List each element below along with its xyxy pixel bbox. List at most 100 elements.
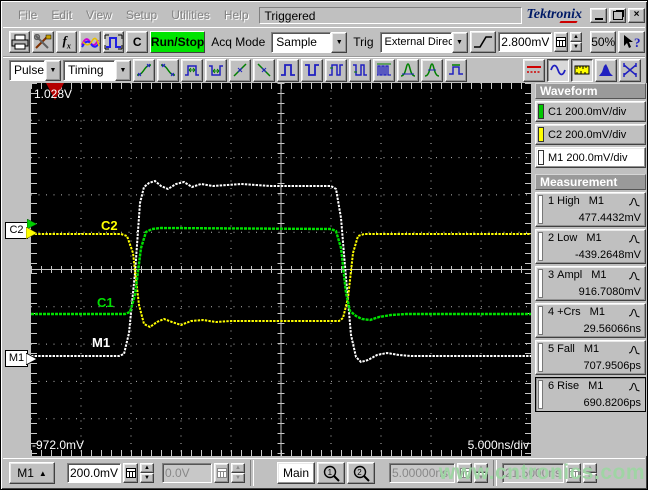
channel-c1-label: C1 200.0mV/div xyxy=(548,105,627,118)
spin-down-button[interactable]: ▼ xyxy=(231,473,245,483)
mask-display-button[interactable] xyxy=(619,58,641,82)
keypad-button[interactable] xyxy=(554,32,568,52)
waveform-graticule[interactable]: 1.028V -972.0mV 5.000ns/div C2 C1 M1 xyxy=(31,83,531,456)
measurement-3-ampl[interactable]: 3 Ampl M1 916.7080mV xyxy=(535,266,646,301)
measurement-4-pcrs[interactable]: 4 +Crs M1 29.56066ns xyxy=(535,303,646,338)
vertical-scale-spinner: ▲ ▼ xyxy=(140,463,154,483)
restore-button[interactable] xyxy=(609,7,626,23)
burst-width-button[interactable] xyxy=(373,58,395,82)
print-button[interactable] xyxy=(9,31,31,53)
flattop-button[interactable] xyxy=(445,58,467,82)
keypad-button[interactable] xyxy=(566,463,581,483)
acq-mode-label: Acq Mode xyxy=(211,35,266,49)
pulse-mode-button[interactable] xyxy=(102,31,125,53)
context-help-button[interactable]: ? xyxy=(618,31,646,53)
close-button[interactable]: × xyxy=(628,7,645,23)
peak-width-button[interactable] xyxy=(421,58,443,82)
measurement-name: Rise xyxy=(557,380,580,392)
spin-up-button[interactable]: ▲ xyxy=(583,463,597,473)
menu-help[interactable]: Help xyxy=(217,6,256,24)
vertical-scale-input[interactable] xyxy=(67,463,121,483)
main-timebase-button[interactable]: Main xyxy=(277,462,315,484)
channel-select-button[interactable]: M1 ▲ xyxy=(9,462,55,484)
horizontal-scale-input[interactable] xyxy=(389,463,455,483)
falling-slope-icon xyxy=(257,63,271,77)
m1-reference-marker[interactable]: M1 xyxy=(5,350,28,367)
falling-slope-button[interactable] xyxy=(253,58,275,82)
spin-up-button[interactable]: ▲ xyxy=(474,463,488,473)
vertical-offset-input[interactable] xyxy=(162,463,212,483)
spin-up-button[interactable]: ▲ xyxy=(231,463,245,473)
horizontal-delay-input[interactable] xyxy=(502,463,564,483)
trigger-slope-button[interactable] xyxy=(469,31,497,53)
negative-pulse-button[interactable] xyxy=(301,58,323,82)
measurement-number: 3 xyxy=(548,269,555,281)
menu-view[interactable]: View xyxy=(79,6,119,24)
trig-source-value: External Direct xyxy=(379,31,457,53)
menu-setup[interactable]: Setup xyxy=(119,6,164,24)
formula-button[interactable]: fx xyxy=(55,31,78,53)
spin-down-button[interactable]: ▼ xyxy=(140,473,154,483)
positive-width-button[interactable] xyxy=(181,58,203,82)
chevron-down-icon[interactable]: ▼ xyxy=(331,31,348,53)
zoom2-button[interactable]: 2 xyxy=(347,462,375,484)
waveform-display-button[interactable] xyxy=(547,58,569,82)
spin-up-button[interactable]: ▲ xyxy=(140,463,154,473)
negative-width-button[interactable] xyxy=(205,58,227,82)
chevron-down-icon[interactable]: ▼ xyxy=(115,59,131,81)
cursors-button[interactable] xyxy=(523,58,545,82)
histogram-display-button[interactable] xyxy=(595,58,617,82)
waveform-color-button[interactable] xyxy=(79,31,101,53)
channel-c1-button[interactable]: C1 200.0mV/div xyxy=(535,101,646,122)
channel-m1-button[interactable]: M1 200.0mV/div xyxy=(535,147,646,168)
trig-source-select[interactable]: External Direct ▼ xyxy=(379,31,468,53)
menu-file[interactable]: File xyxy=(11,6,44,24)
c2-reference-arrow-icon[interactable] xyxy=(26,227,39,239)
keypad-button[interactable] xyxy=(457,463,472,483)
set-level-50-button[interactable]: 50% xyxy=(590,31,617,53)
acq-mode-select[interactable]: Sample ▼ xyxy=(271,31,348,53)
measurement-stripe xyxy=(538,306,543,335)
measurement-6-rise[interactable]: 6 Rise M1 690.8206ps xyxy=(535,377,646,412)
measurement-stripe xyxy=(538,195,543,224)
menu-edit[interactable]: Edit xyxy=(44,6,79,24)
spin-down-button[interactable]: ▼ xyxy=(474,473,488,483)
spin-down-button[interactable]: ▼ xyxy=(583,473,597,483)
fall-time-button[interactable] xyxy=(157,58,179,82)
measurement-source: M1 xyxy=(588,195,605,207)
chevron-down-icon[interactable]: ▼ xyxy=(451,31,468,53)
channel-c2-button[interactable]: C2 200.0mV/div xyxy=(535,124,646,145)
minimize-button[interactable] xyxy=(590,7,607,23)
run-stop-button[interactable]: Run/Stop xyxy=(149,31,206,53)
spin-up-button[interactable]: ▲ xyxy=(569,32,583,42)
negative-duty-button[interactable] xyxy=(349,58,371,82)
chevron-down-icon[interactable]: ▼ xyxy=(45,59,61,81)
c2-reference-marker[interactable]: C2 xyxy=(5,222,28,239)
spin-down-button[interactable]: ▼ xyxy=(569,42,583,52)
keypad-button[interactable] xyxy=(214,463,229,483)
measurement-source: M1 xyxy=(583,343,600,355)
positive-duty-button[interactable] xyxy=(325,58,347,82)
m1-reference-arrow-icon[interactable] xyxy=(26,353,39,365)
measure-group-select[interactable]: Timing ▼ xyxy=(63,59,131,81)
positive-peak-button[interactable] xyxy=(397,58,419,82)
tools-button[interactable] xyxy=(32,31,54,53)
measure-class-select[interactable]: Pulse ▼ xyxy=(9,59,61,81)
measurement-2-low[interactable]: 2 Low M1 -439.2648mV xyxy=(535,229,646,264)
rising-slope-button[interactable] xyxy=(229,58,251,82)
zoom1-button[interactable]: 1 xyxy=(317,462,345,484)
measurement-1-high[interactable]: 1 High M1 477.4432mV xyxy=(535,192,646,227)
c-button[interactable]: C xyxy=(126,31,148,53)
measurement-display-button[interactable] xyxy=(571,58,593,82)
rise-time-button[interactable] xyxy=(133,58,155,82)
positive-pulse-button[interactable] xyxy=(277,58,299,82)
keypad-button[interactable] xyxy=(123,463,138,483)
measurement-number: 1 xyxy=(548,195,555,207)
bottom-voltage-readout: -972.0mV xyxy=(32,438,84,452)
sidebar: Waveform C1 200.0mV/div C2 200.0mV/div M… xyxy=(534,83,647,456)
menu-utilities[interactable]: Utilities xyxy=(164,6,217,24)
measurement-5-fall[interactable]: 5 Fall M1 707.9506ps xyxy=(535,340,646,375)
trigger-level-input[interactable] xyxy=(498,32,553,52)
tools-icon xyxy=(34,34,52,49)
menubar: File Edit View Setup Utilities Help Trig… xyxy=(3,3,645,27)
